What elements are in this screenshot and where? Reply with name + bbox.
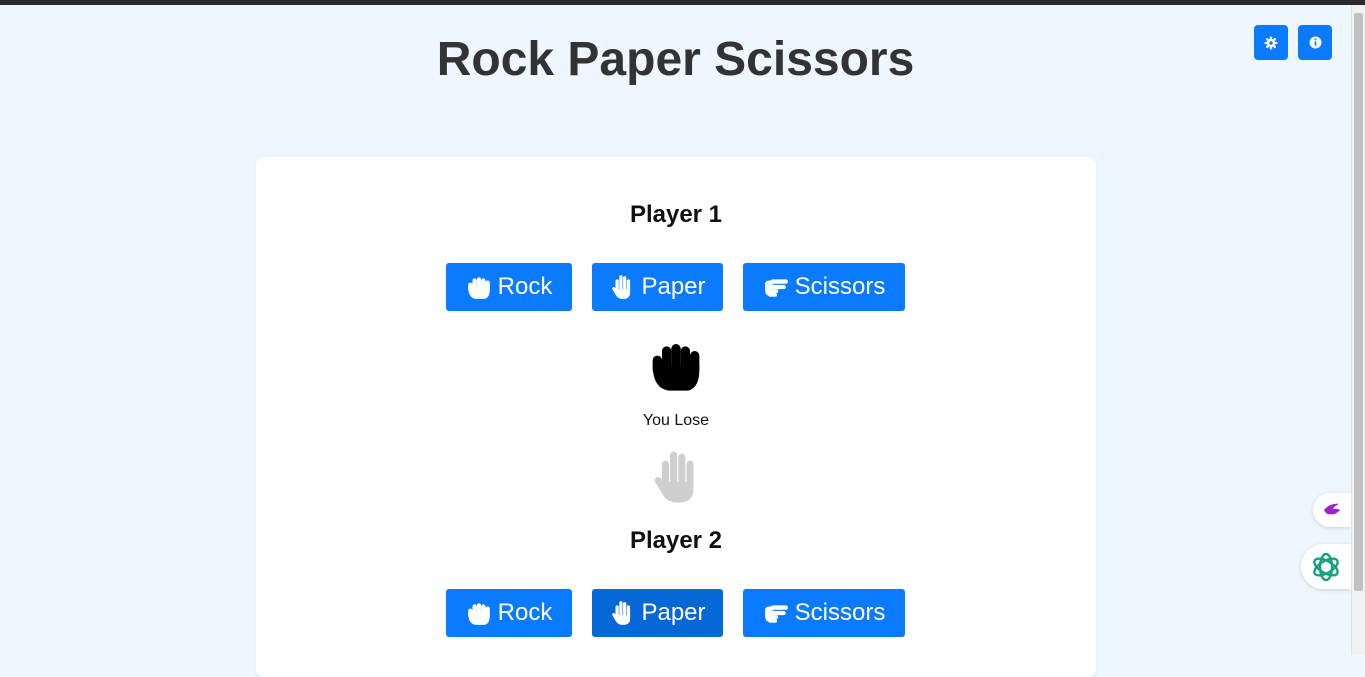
paper-hand-icon bbox=[612, 275, 631, 299]
player1-paper-label: Paper bbox=[641, 273, 706, 300]
player2-choices: Rock Paper Scissors bbox=[256, 589, 1096, 637]
flower-logo-icon bbox=[1313, 552, 1339, 581]
info-icon bbox=[1309, 36, 1321, 49]
scrollbar-thumb[interactable] bbox=[1354, 13, 1363, 591]
player1-rock-button[interactable]: Rock bbox=[446, 263, 572, 311]
page-scrollbar[interactable] bbox=[1351, 5, 1365, 655]
settings-button[interactable] bbox=[1254, 25, 1288, 60]
player1-rock-label: Rock bbox=[497, 273, 553, 300]
player2-title: Player 2 bbox=[629, 527, 723, 554]
extension-button-assistant[interactable] bbox=[1301, 544, 1351, 589]
player1-scissors-button[interactable]: Scissors bbox=[743, 263, 905, 311]
player2-rock-label: Rock bbox=[497, 599, 553, 626]
paper-hand-icon bbox=[612, 601, 631, 625]
extension-button-purple[interactable] bbox=[1313, 493, 1351, 527]
rock-hand-icon bbox=[467, 277, 490, 299]
player1-title: Player 1 bbox=[629, 201, 723, 228]
scissors-hand-icon bbox=[764, 605, 788, 623]
player2-scissors-label: Scissors bbox=[794, 599, 886, 626]
info-button[interactable] bbox=[1298, 25, 1332, 60]
player1-paper-button[interactable]: Paper bbox=[592, 263, 723, 311]
player2-paper-button[interactable]: Paper bbox=[592, 589, 723, 637]
result-text: You Lose bbox=[642, 412, 710, 429]
game-card: Player 1 Rock Paper Scissors You Lose Pl… bbox=[256, 157, 1096, 677]
rock-hand-icon bbox=[467, 603, 490, 625]
player1-scissors-label: Scissors bbox=[794, 273, 886, 300]
player2-rock-button[interactable]: Rock bbox=[446, 589, 572, 637]
gear-icon bbox=[1264, 36, 1278, 49]
bird-logo-icon bbox=[1323, 503, 1341, 515]
scissors-hand-icon bbox=[764, 279, 788, 297]
player2-selected-paper-icon bbox=[655, 451, 694, 503]
player2-paper-label: Paper bbox=[641, 599, 706, 626]
player1-choices: Rock Paper Scissors bbox=[256, 263, 1096, 311]
player1-selected-rock-icon bbox=[652, 344, 700, 391]
page-title: Rock Paper Scissors bbox=[436, 33, 915, 86]
browser-top-bar bbox=[0, 0, 1365, 5]
player2-scissors-button[interactable]: Scissors bbox=[743, 589, 905, 637]
